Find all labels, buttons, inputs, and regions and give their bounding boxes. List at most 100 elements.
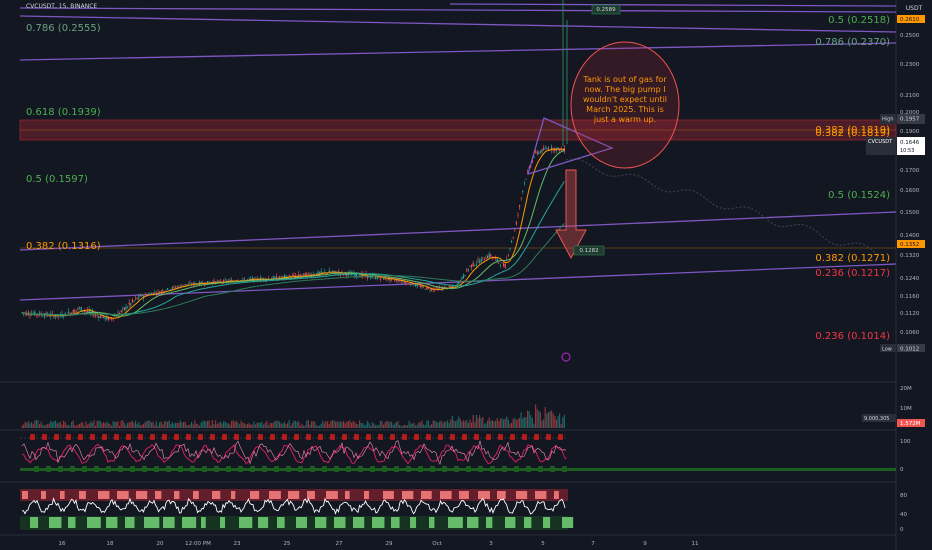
volume-bar <box>149 420 151 428</box>
fib-label: 0.382 (0.1271) <box>815 253 890 264</box>
candle-body <box>127 307 129 308</box>
volume-bar <box>304 425 306 428</box>
volume-bar <box>392 424 394 428</box>
volume-bar <box>63 420 65 428</box>
volume-bar <box>109 424 111 428</box>
osc1-marker <box>358 466 363 472</box>
volume-bar <box>477 418 479 428</box>
osc1-marker <box>390 434 395 440</box>
volume-bar <box>298 421 300 428</box>
volume-bar <box>133 422 135 428</box>
osc2-signal <box>429 517 435 528</box>
osc1-tick-label: 0 <box>900 467 904 473</box>
volume-bar <box>471 422 473 428</box>
osc1-marker <box>202 466 207 472</box>
volume-bar <box>419 422 421 428</box>
candle-body <box>87 311 89 312</box>
volume-bar <box>157 425 159 428</box>
candle-body <box>448 285 450 288</box>
volume-bar <box>362 422 364 428</box>
volume-bar <box>285 424 287 428</box>
volume-bar <box>43 425 45 428</box>
osc2-signal <box>60 491 65 499</box>
candle-body <box>95 314 97 316</box>
volume-bar <box>277 420 279 428</box>
volume-bar <box>56 423 58 428</box>
price-tick-label: 0.2100 <box>900 93 920 99</box>
volume-bar <box>208 420 210 428</box>
osc2-signal <box>288 491 300 499</box>
osc1-marker <box>418 466 423 472</box>
osc1-marker <box>558 434 563 440</box>
osc1-marker <box>382 466 387 472</box>
fib-label: 0.5 (0.1524) <box>828 190 890 201</box>
volume-bar <box>120 420 122 428</box>
osc1-marker <box>474 434 479 440</box>
volume-bar <box>191 421 193 428</box>
volume-bar <box>355 423 357 428</box>
volume-bar <box>391 421 393 428</box>
volume-bar <box>231 420 233 428</box>
osc2-signal <box>372 517 385 528</box>
candle-body <box>535 151 537 153</box>
candle-body <box>543 148 545 151</box>
volume-bar <box>79 423 81 428</box>
osc2-signal <box>231 491 236 499</box>
osc1-marker <box>210 434 215 440</box>
volume-bar <box>395 422 397 428</box>
osc2-signal <box>250 491 260 499</box>
volume-bar <box>360 423 362 428</box>
candle-body <box>403 281 405 283</box>
osc1-marker <box>234 434 239 440</box>
price-tick-label: 0.1320 <box>900 253 920 259</box>
time-tick-label: 25 <box>284 541 291 547</box>
chart-canvas[interactable]: 0.786 (0.2555) 0.5 (0.2518) 0.786 (0.2370)… <box>0 0 932 550</box>
osc2-signal <box>421 491 432 499</box>
volume-bar <box>219 421 221 428</box>
candle-body <box>298 274 300 277</box>
fib-label: 0.236 (0.1217) <box>815 268 890 279</box>
time-tick-label: 23 <box>234 541 241 547</box>
volume-bar <box>267 425 269 428</box>
osc2-signal <box>193 491 199 499</box>
osc2-signal <box>182 517 197 528</box>
volume-bar <box>549 411 551 428</box>
volume-bar <box>240 420 242 428</box>
volume-bar <box>509 423 511 428</box>
fib-label: 0.5 (0.1597) <box>26 174 88 185</box>
volume-bar <box>83 425 85 428</box>
price-badge-label: CVCUSDT <box>868 139 893 145</box>
candle-body <box>72 309 74 314</box>
osc2-signal <box>562 517 574 528</box>
volume-bar <box>192 424 194 428</box>
volume-bar <box>383 424 385 428</box>
volume-bar <box>312 421 314 428</box>
osc2-signal <box>87 517 101 528</box>
price-tick-label: 0.1500 <box>900 210 920 216</box>
price-tick-label: 0.1600 <box>900 188 920 194</box>
candle-body <box>229 279 231 281</box>
osc2-signal <box>486 517 493 528</box>
osc2-signal <box>391 517 400 528</box>
candle-body <box>475 263 477 265</box>
time-tick-label: 7 <box>591 541 595 547</box>
volume-bar <box>546 413 548 428</box>
price-badge-label: 0.2610 <box>900 17 920 23</box>
osc1-marker <box>262 466 267 472</box>
candle-body <box>485 258 487 260</box>
volume-bar <box>522 418 524 428</box>
candle-body <box>405 282 407 284</box>
osc2-signal <box>79 491 86 499</box>
candle-body <box>410 284 412 286</box>
volume-bar <box>290 425 292 428</box>
osc1-marker <box>334 466 339 472</box>
volume-bar <box>506 416 508 428</box>
osc2-signal <box>155 491 162 499</box>
volume-bar <box>335 421 337 428</box>
volume-bar <box>256 422 258 428</box>
volume-bar <box>450 419 452 428</box>
volume-bar <box>368 423 370 428</box>
candle-body <box>77 308 79 310</box>
price-badge-label: High <box>882 117 894 123</box>
time-tick-label: 3 <box>489 541 493 547</box>
